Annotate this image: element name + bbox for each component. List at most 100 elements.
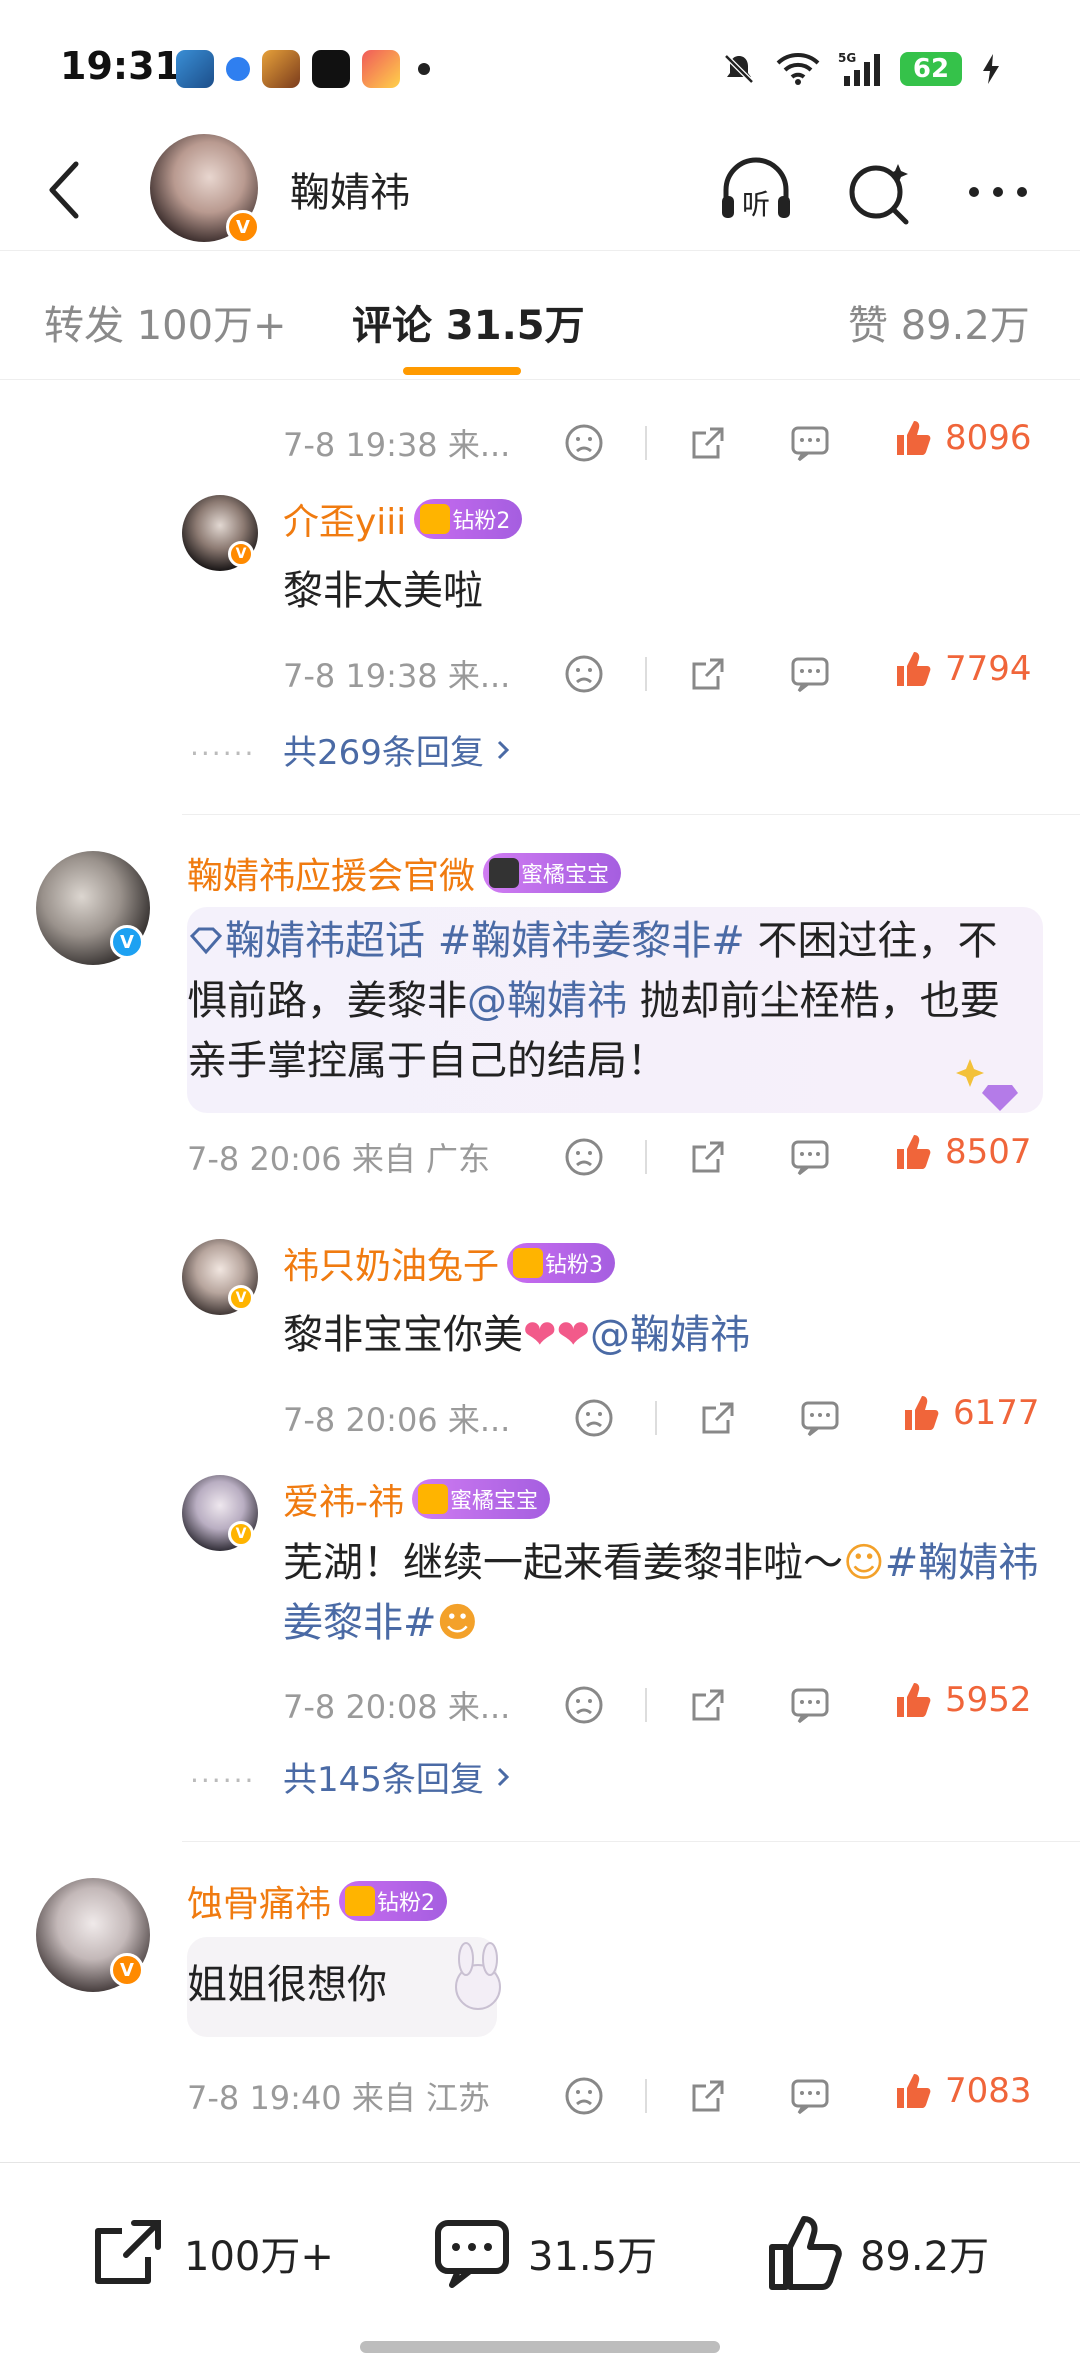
fan-level-badge: 钻粉2: [339, 1881, 448, 1921]
supertopic-link[interactable]: 鞠婧祎超话: [187, 918, 438, 964]
reply-icon[interactable]: [785, 418, 835, 468]
like-button[interactable]: 7083: [893, 2071, 1032, 2111]
author-name[interactable]: 鞠婧祎: [290, 160, 410, 218]
active-tab-indicator: [403, 367, 521, 375]
like-count: 5952: [945, 1680, 1032, 1720]
dislike-icon[interactable]: [559, 1132, 609, 1182]
crown-icon: [418, 1484, 448, 1514]
comment-author[interactable]: 介歪yiii 钻粉2: [283, 493, 523, 545]
like-count: 8507: [945, 1132, 1032, 1172]
share-icon[interactable]: [683, 2071, 733, 2121]
tab-reposts[interactable]: 转发 100万+: [44, 293, 287, 351]
battery-indicator: 62: [900, 52, 962, 86]
app-icon: [176, 50, 214, 88]
bottom-action-bar: 100万+ 31.5万 89.2万: [0, 2162, 1080, 2374]
view-replies-link[interactable]: 共145条回复: [283, 1752, 514, 1801]
mention-link[interactable]: @鞠婧祎: [590, 1312, 750, 1358]
share-icon[interactable]: [683, 418, 733, 468]
signal-icon: 5G: [838, 51, 880, 86]
comment-icon: [435, 2220, 509, 2288]
home-indicator[interactable]: [360, 2341, 720, 2353]
comment-time: 7-8 19:38 来...: [283, 657, 511, 695]
view-replies-label: 共269条回复: [283, 733, 484, 773]
view-replies-label: 共145条回复: [283, 1760, 484, 1800]
like-count: 6177: [953, 1393, 1040, 1433]
search-icon[interactable]: [840, 152, 920, 232]
share-icon[interactable]: [693, 1393, 743, 1443]
status-bar: 19:31 5G 62: [0, 0, 1080, 130]
thumbs-up-icon: [897, 421, 931, 455]
verified-badge-icon: V: [228, 1521, 254, 1547]
heart-eyes-emoji-icon: ❤❤: [523, 1312, 591, 1358]
crown-icon: [513, 1248, 544, 1278]
dislike-icon[interactable]: [559, 1680, 609, 1730]
share-icon: [95, 2220, 161, 2284]
bunny-sticker-icon: [455, 1942, 501, 2010]
comment-author[interactable]: 鞠婧祎应援会官微 蜜橘宝宝: [187, 847, 622, 899]
comment-text: 黎非宝宝你美❤❤@鞠婧祎: [283, 1312, 751, 1358]
like-button[interactable]: 5952: [893, 1680, 1032, 1720]
dislike-icon[interactable]: [569, 1393, 619, 1443]
thumbs-up-icon: [905, 1396, 939, 1430]
comment-list[interactable]: 7-8 19:38 来... 8096 V 介歪yiii 钻粉2 黎非太美啦 7…: [0, 381, 1080, 2161]
verified-badge-icon: V: [110, 925, 144, 959]
back-arrow-icon[interactable]: [36, 152, 96, 228]
reply-icon[interactable]: [785, 1680, 835, 1730]
verified-badge-icon: V: [226, 210, 260, 244]
svg-text:5G: 5G: [838, 51, 856, 65]
dislike-icon[interactable]: [559, 649, 609, 699]
tab-comments[interactable]: 评论 31.5万: [352, 293, 585, 351]
crown-icon: [345, 1886, 376, 1916]
app-icon: [312, 50, 350, 88]
share-icon[interactable]: [683, 1132, 733, 1182]
like-button[interactable]: 6177: [901, 1393, 1040, 1433]
dislike-icon[interactable]: [559, 418, 609, 468]
more-options-icon[interactable]: [958, 152, 1038, 232]
comment-author[interactable]: 祎只奶油兔子 钻粉3: [283, 1237, 616, 1289]
like-count: 7083: [945, 2071, 1032, 2111]
repost-button[interactable]: 100万+: [88, 2213, 334, 2293]
reply-icon[interactable]: [785, 649, 835, 699]
comment-button[interactable]: 31.5万: [432, 2213, 657, 2293]
comment-text: 黎非太美啦: [283, 568, 483, 614]
reply-icon[interactable]: [785, 2071, 835, 2121]
app-icon: [226, 57, 250, 81]
divider: [655, 1401, 657, 1435]
listen-icon[interactable]: 听: [716, 152, 796, 232]
comment-meta: 7-8 19:38 来... 8096: [283, 418, 1043, 468]
author-name: 鞠婧祎应援会官微: [187, 856, 476, 897]
comment-text: 鞠婧祎超话 #鞠婧祎姜黎非# 不困过往，不惧前路，姜黎非@鞠婧祎 抛却前尘桎梏，…: [187, 918, 1000, 1084]
sparkle-gem-icon: [956, 1059, 1018, 1111]
share-icon[interactable]: [683, 1680, 733, 1730]
dislike-icon[interactable]: [559, 2071, 609, 2121]
thumbs-up-icon: [897, 1683, 931, 1717]
tab-bar: 转发 100万+ 评论 31.5万 赞 89.2万: [0, 250, 1080, 380]
verified-badge-icon: V: [110, 1953, 144, 1987]
view-replies-link[interactable]: 共269条回复: [283, 725, 514, 774]
charging-icon: [983, 54, 999, 84]
comment-meta: 7-8 20:06 来... 6177: [283, 1393, 1043, 1443]
thumbs-up-icon: [897, 1135, 931, 1169]
like-button[interactable]: 8507: [893, 1132, 1032, 1172]
comment-author[interactable]: 蚀骨痛祎 钻粉2: [187, 1875, 448, 1927]
crown-icon: [420, 504, 451, 534]
hashtag-link[interactable]: #鞠婧祎姜黎非#: [438, 918, 745, 964]
app-icon: [262, 50, 300, 88]
like-button[interactable]: 89.2万: [764, 2213, 989, 2293]
like-button[interactable]: 7794: [893, 649, 1032, 689]
party-face-emoji-icon: ☺: [843, 1540, 885, 1586]
comment-time: 7-8 20:06 来...: [283, 1401, 511, 1439]
reply-thread-indicator: ······: [190, 1764, 256, 1797]
mention-link[interactable]: @鞠婧祎: [467, 978, 627, 1024]
comment-author[interactable]: 爱祎-祎 蜜橘宝宝: [283, 1473, 551, 1525]
like-button[interactable]: 8096: [893, 418, 1032, 458]
author-name: 介歪yiii: [283, 502, 407, 543]
chevron-right-icon: [497, 740, 510, 759]
tab-likes[interactable]: 赞 89.2万: [848, 293, 1030, 351]
reply-icon[interactable]: [785, 1132, 835, 1182]
hugging-face-emoji-icon: ☻: [436, 1600, 479, 1646]
repost-count: 100万+: [184, 2234, 334, 2280]
reply-icon[interactable]: [795, 1393, 845, 1443]
divider: [645, 1688, 647, 1722]
share-icon[interactable]: [683, 649, 733, 699]
